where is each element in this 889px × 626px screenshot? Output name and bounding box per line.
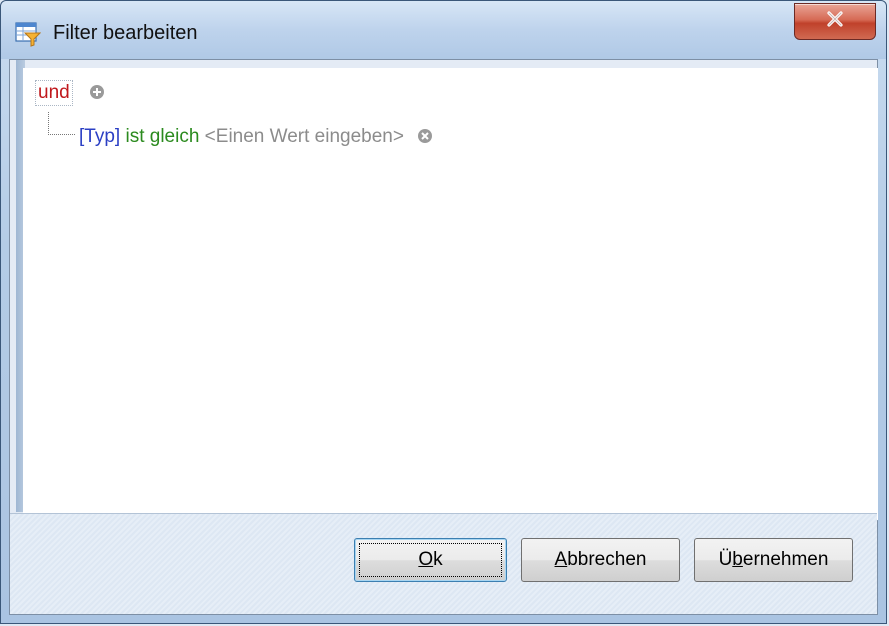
- focus-ring: [359, 543, 502, 577]
- apply-button[interactable]: Übernehmen: [694, 538, 853, 582]
- dialog-client-area: und [Typ] ist gleich <Einen Wert eingebe…: [9, 59, 878, 615]
- close-button[interactable]: [794, 3, 876, 40]
- tree-connector: [48, 112, 75, 135]
- ok-button[interactable]: Ok: [354, 538, 507, 582]
- cancel-button[interactable]: Abbrechen: [521, 538, 680, 582]
- filter-dialog-window: Filter bearbeiten und [Typ] ist gleich <…: [0, 0, 887, 624]
- filter-condition-row: [Typ] ist gleich <Einen Wert eingeben>: [79, 126, 433, 148]
- add-condition-icon[interactable]: [89, 84, 105, 100]
- filter-editor-panel[interactable]: und [Typ] ist gleich <Einen Wert eingebe…: [23, 68, 878, 521]
- condition-field[interactable]: [Typ]: [79, 126, 120, 147]
- dialog-footer: Ok Abbrechen Übernehmen: [10, 513, 877, 614]
- filter-table-icon: [15, 21, 42, 47]
- apply-button-label: Übernehmen: [718, 549, 829, 570]
- window-title: Filter bearbeiten: [53, 22, 198, 44]
- title-bar[interactable]: Filter bearbeiten: [1, 1, 886, 59]
- close-icon: [825, 10, 845, 33]
- cancel-button-label: Abbrechen: [554, 549, 647, 570]
- remove-condition-icon[interactable]: [417, 128, 433, 144]
- condition-operator[interactable]: ist gleich: [125, 126, 199, 147]
- group-operator[interactable]: und: [35, 80, 73, 106]
- condition-value[interactable]: <Einen Wert eingeben>: [205, 126, 404, 147]
